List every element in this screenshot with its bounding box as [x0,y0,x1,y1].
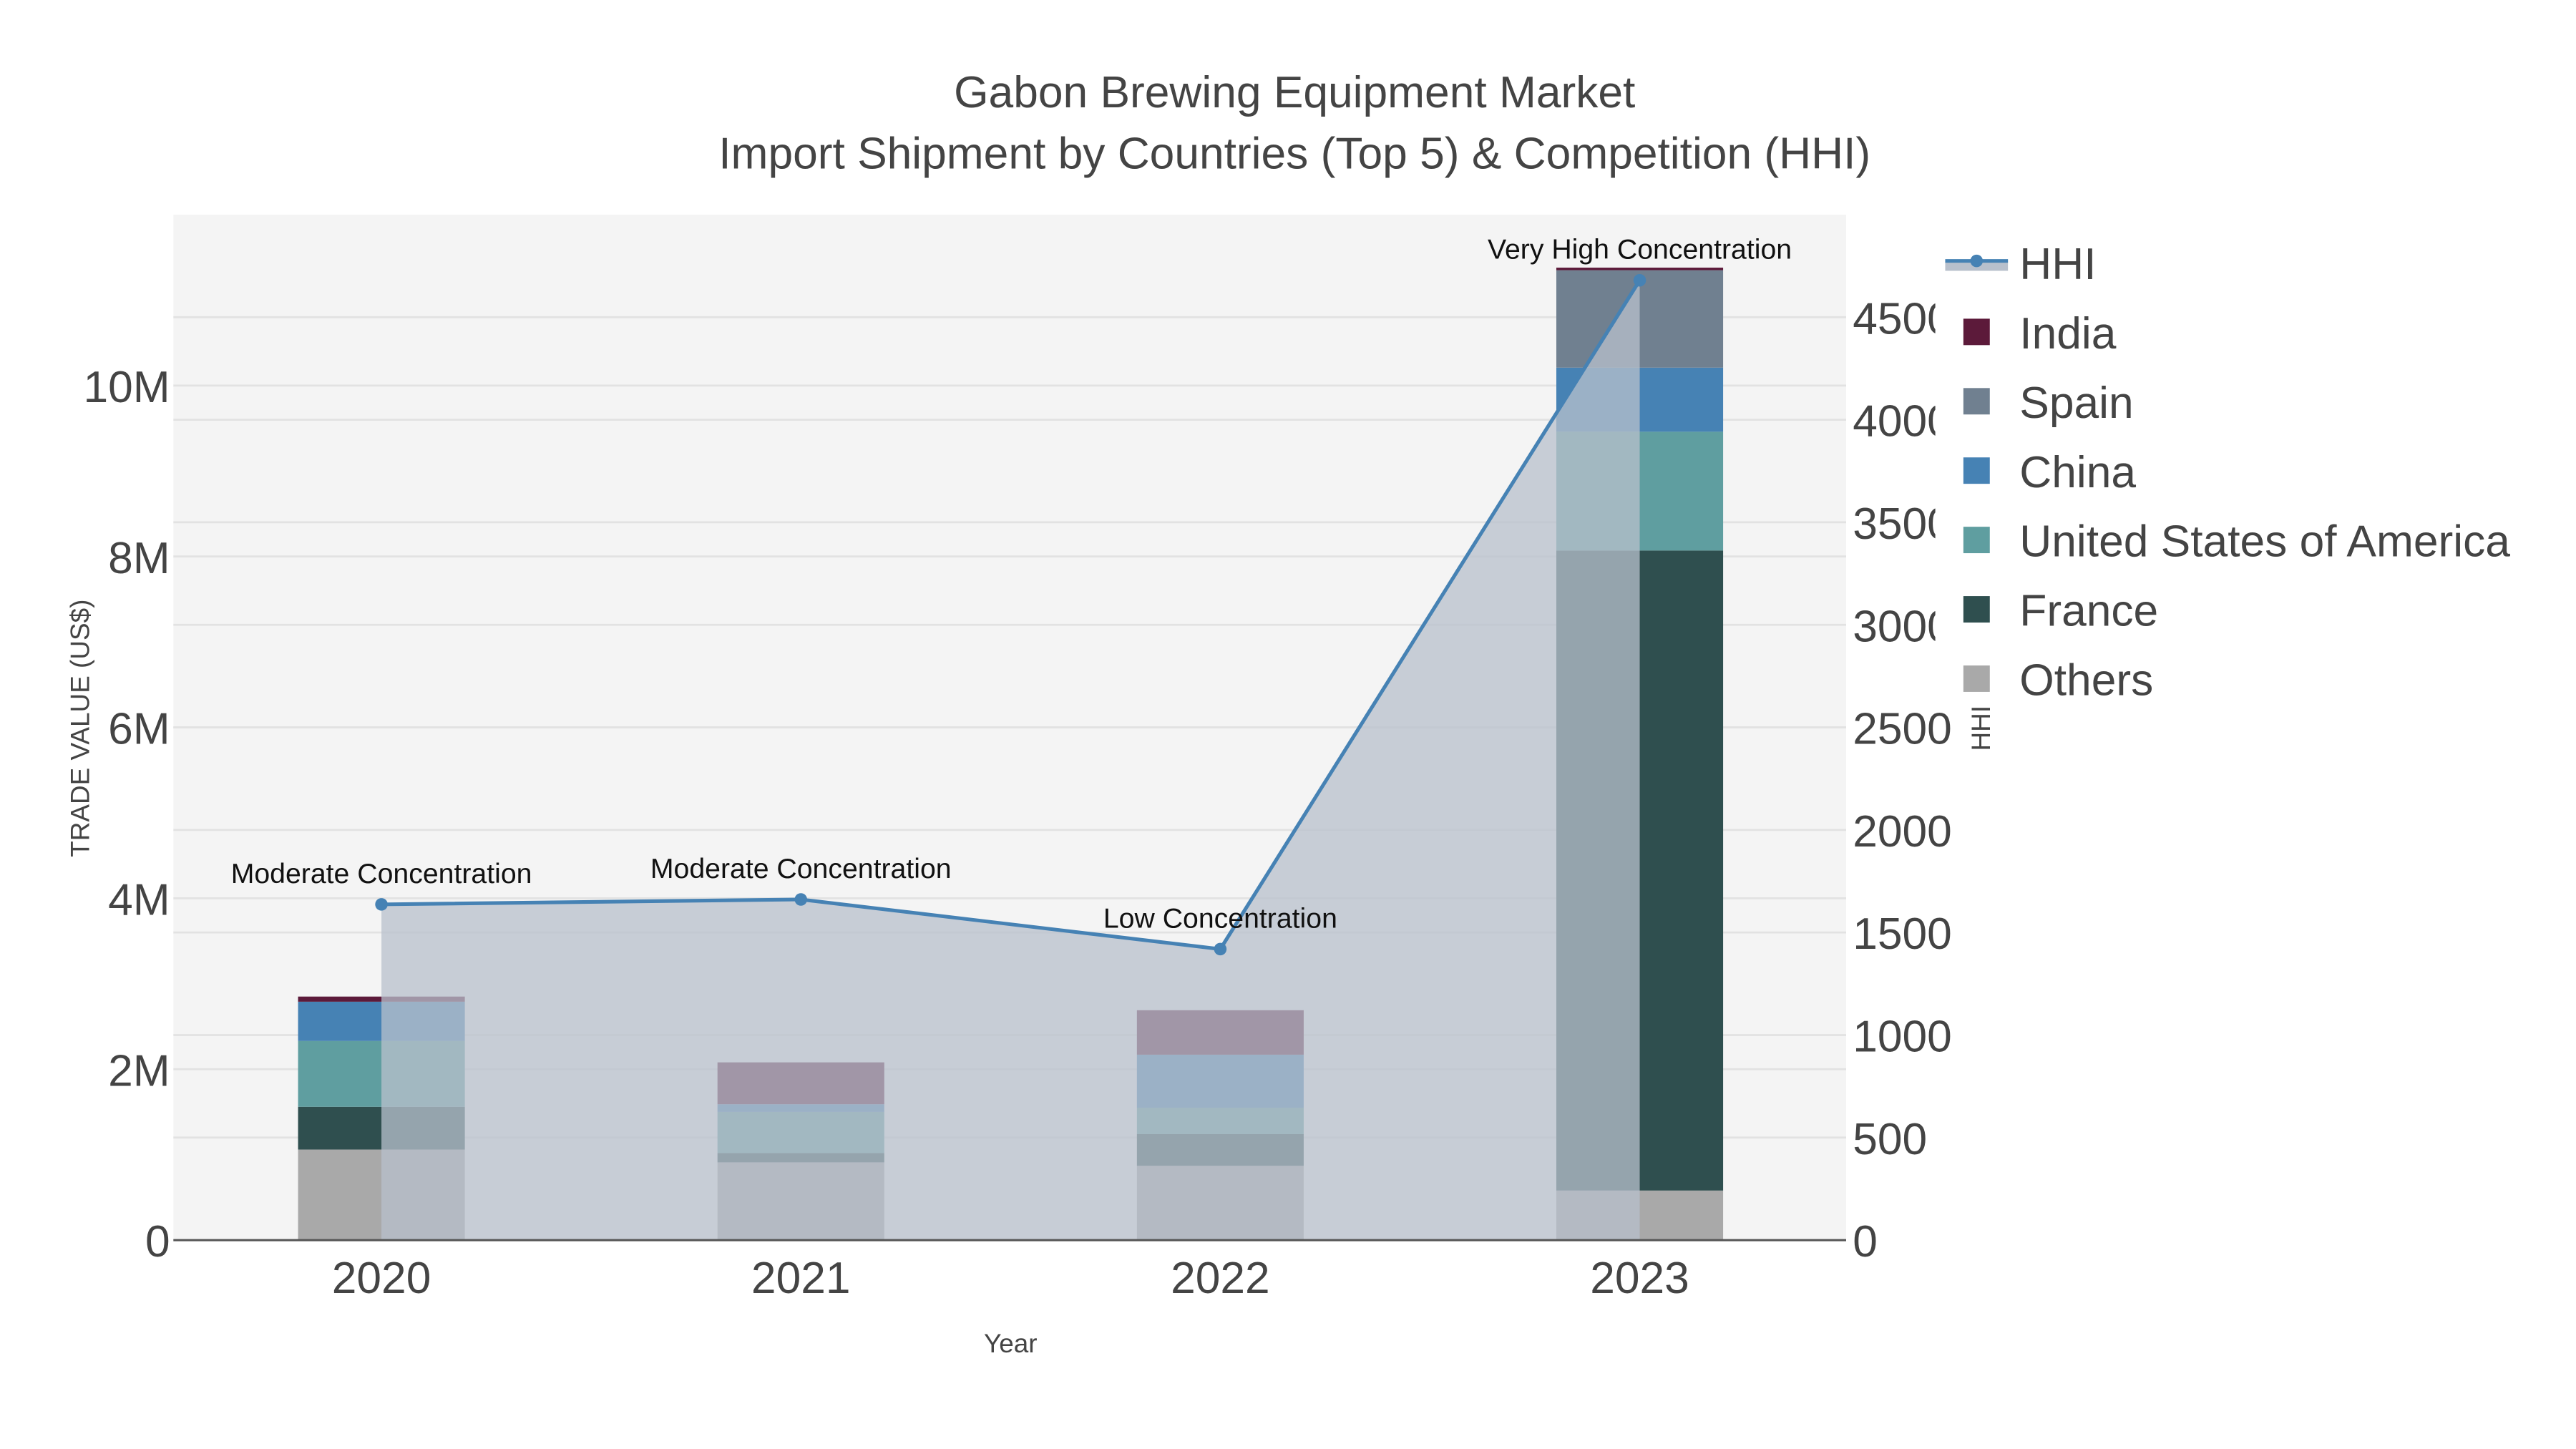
y-axis-title: TRADE VALUE (US$) [66,600,95,857]
hhi-annotation-2020: Moderate Concentration [231,858,532,889]
bar-india-2023 [1556,268,1724,270]
legend-swatch-others [1963,665,1990,692]
legend-label: Others [2019,656,2153,706]
hhi-annotation-2022: Low Concentration [1103,902,1337,934]
hhi-point-2023 [1633,273,1646,287]
x-tick-label: 2020 [332,1254,431,1303]
y-tick-label: 2M [108,1046,170,1096]
y-tick-label: 10M [84,363,170,412]
y2-tick-label: 2000 [1853,807,1952,857]
x-tick-label: 2023 [1590,1254,1689,1303]
chart-subtitle: Import Shipment by Countries (Top 5) & C… [718,129,1870,178]
legend: HHI India Spain China United States of Ameri… [1935,231,2572,711]
y2-tick-label: 1500 [1853,909,1952,959]
y2-tick-label: 500 [1853,1115,1927,1164]
y2-tick-label: 1000 [1853,1013,1952,1062]
legend-label: China [2019,448,2136,497]
y-axis-ticks: 0 2M 4M 6M 8M 10M [84,363,170,1267]
legend-swatch-spain [1963,388,1990,415]
y-tick-label: 0 [145,1217,170,1267]
hhi-annotation-2023: Very High Concentration [1488,234,1792,265]
x-axis-ticks: 2020 2021 2022 2023 [332,1254,1689,1303]
legend-label: India [2019,309,2116,358]
y2-tick-label: 0 [1853,1217,1878,1267]
y-tick-label: 8M [108,534,170,583]
legend-swatch-france [1963,596,1990,623]
y-tick-label: 6M [108,705,170,754]
chart: Gabon Brewing Equipment Market Import Sh… [66,68,2572,1358]
legend-swatch-china [1963,457,1990,484]
y2-tick-label: 2500 [1853,705,1952,754]
legend-label: United States of America [2019,517,2510,567]
legend-hhi-marker [1970,254,1984,268]
x-tick-label: 2021 [751,1254,851,1303]
legend-swatch-united-states-of-america [1963,527,1990,554]
hhi-annotation-2021: Moderate Concentration [650,853,952,884]
y2-axis-title: HHI [1966,706,1996,751]
chart-title: Gabon Brewing Equipment Market [954,68,1635,117]
legend-label: HHI [2019,240,2096,289]
x-axis-title: Year [984,1329,1038,1358]
legend-label: France [2019,587,2158,636]
y-tick-label: 4M [108,875,170,924]
hhi-point-2020 [375,898,388,911]
legend-swatch-india [1963,318,1990,346]
hhi-point-2022 [1214,942,1227,956]
x-tick-label: 2022 [1171,1254,1270,1303]
hhi-point-2021 [794,893,807,906]
legend-label: Spain [2019,379,2133,428]
